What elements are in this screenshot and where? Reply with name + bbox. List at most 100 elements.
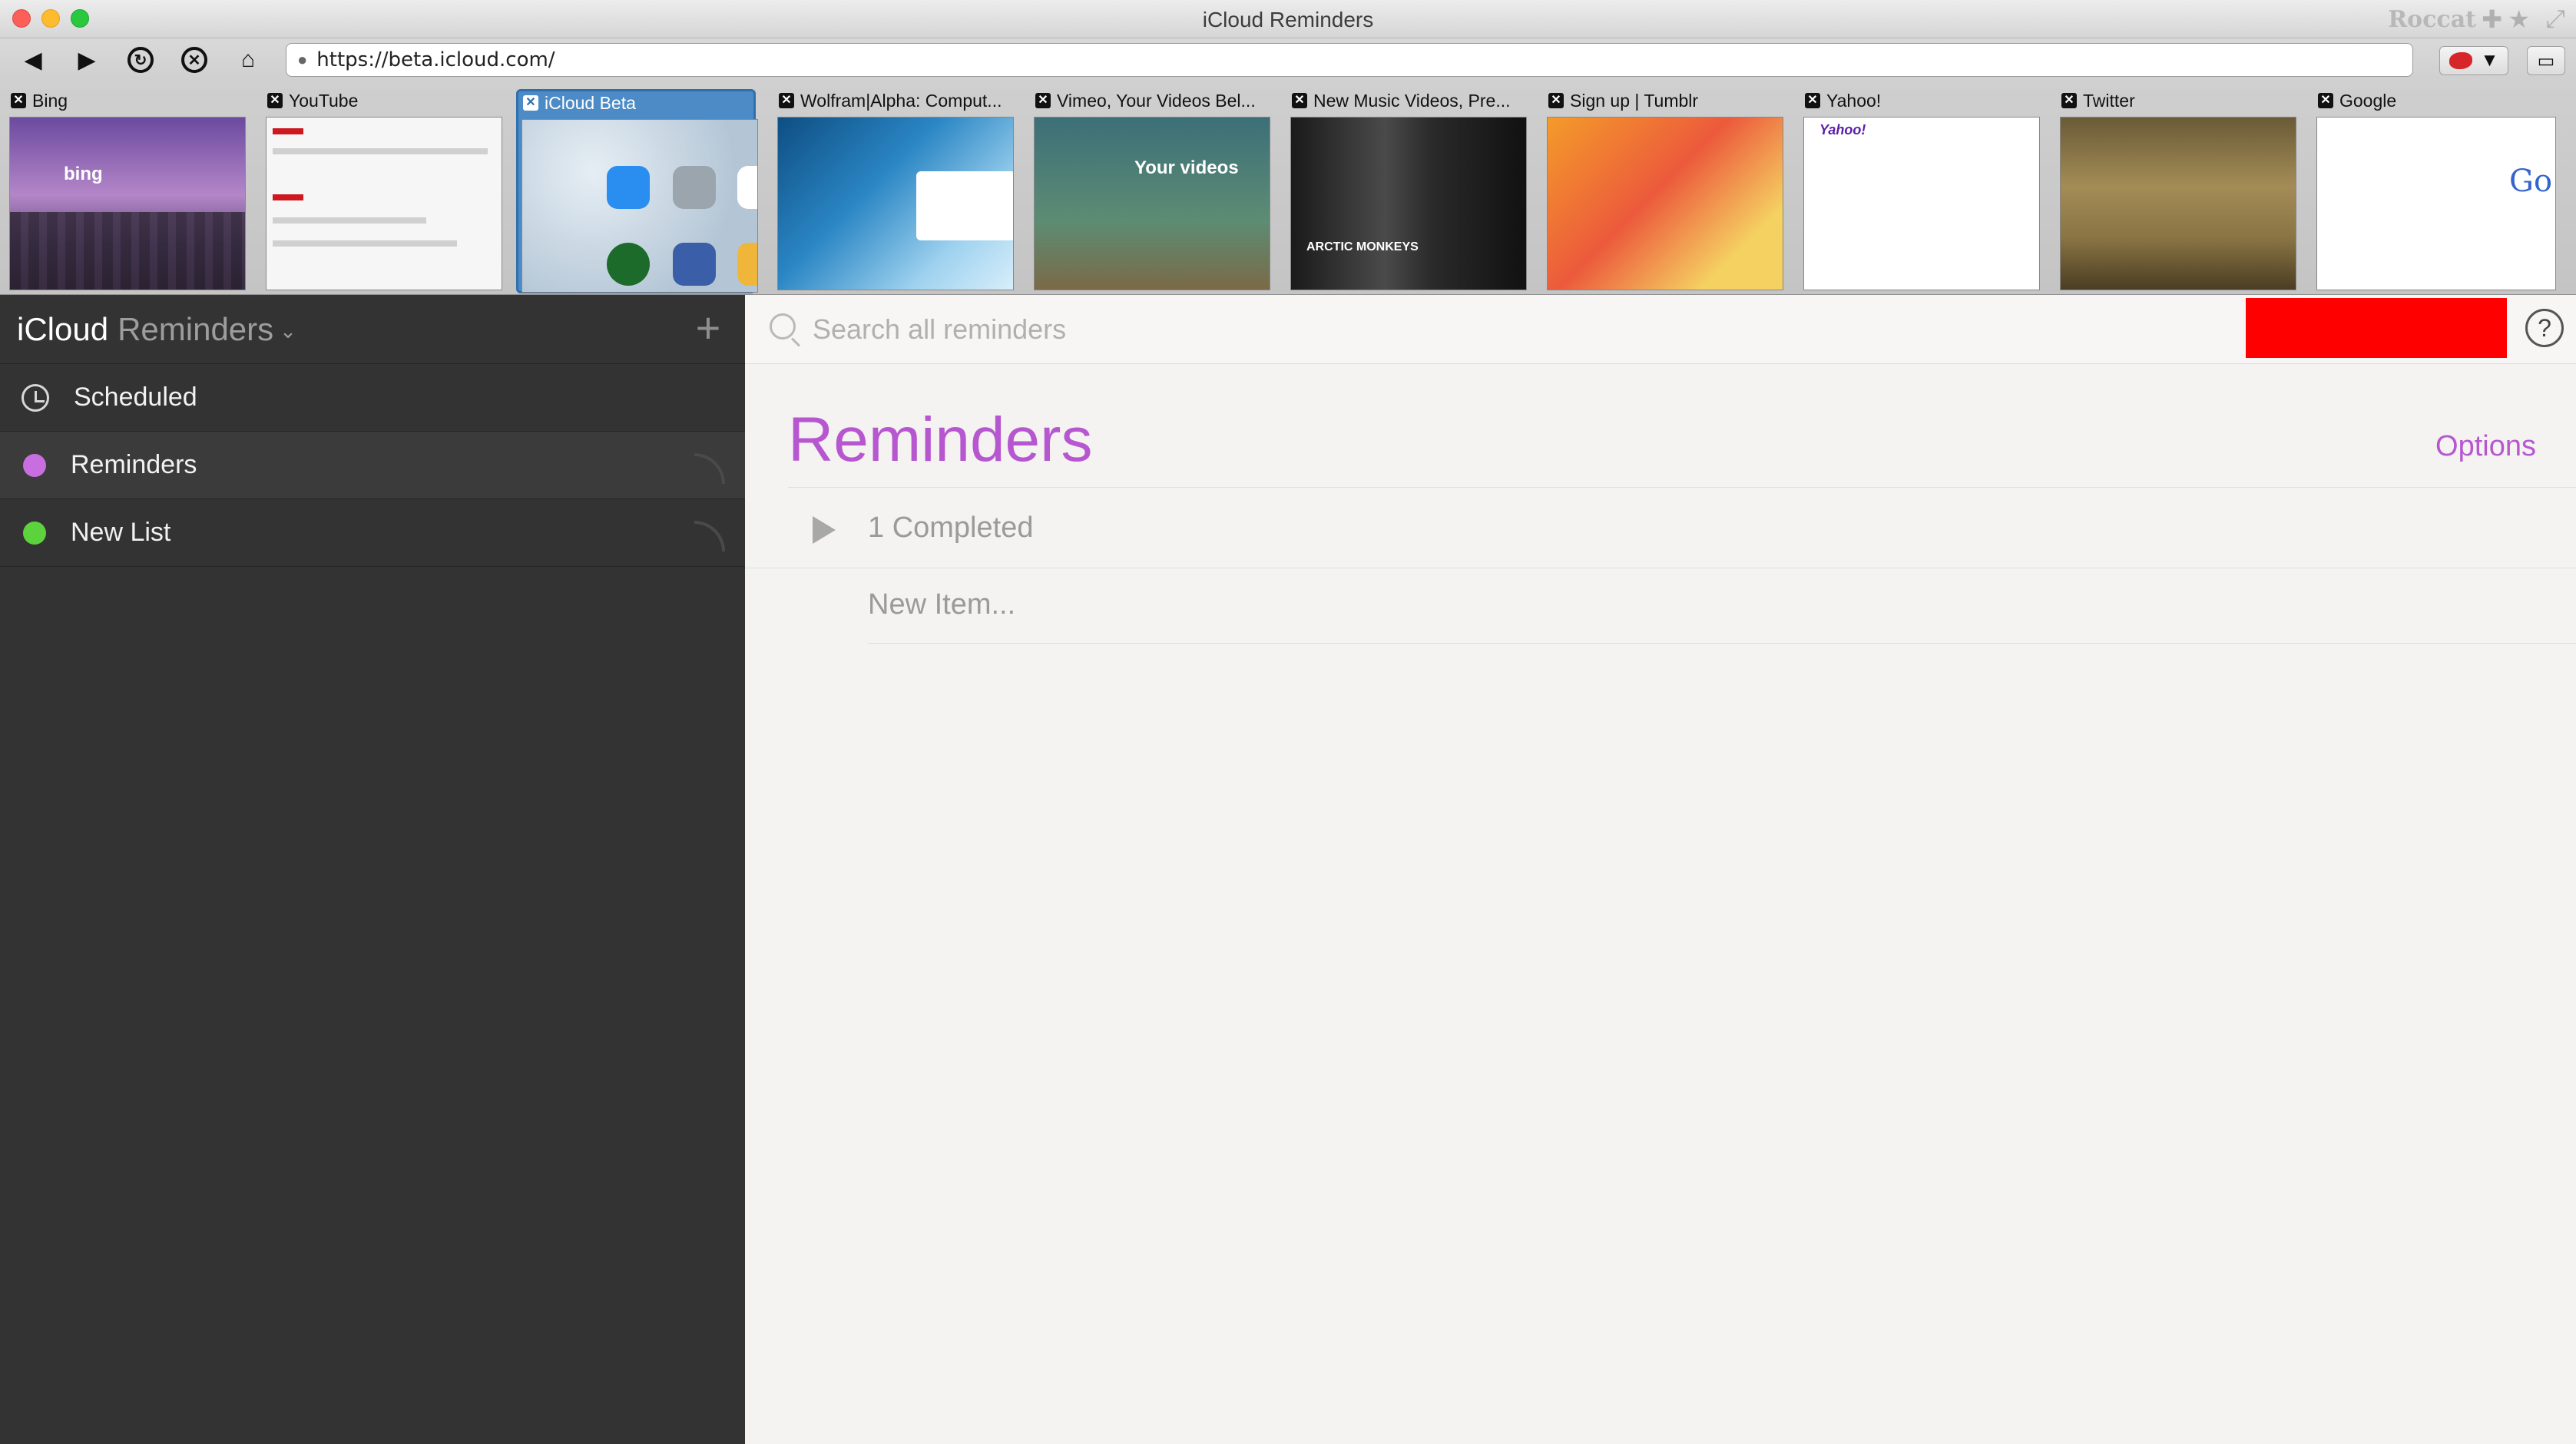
completed-label: 1 Completed xyxy=(868,512,1034,544)
sidebar-item-reminders[interactable]: Reminders xyxy=(0,432,745,499)
star-icon[interactable]: ★ xyxy=(2508,5,2530,34)
stop-icon: ✕ xyxy=(181,47,207,73)
laptop-icon: ▭ xyxy=(2537,50,2555,71)
thumbnail-text: Your videos xyxy=(1134,157,1239,178)
tab-strip: ✕ Bing bing ✕ YouTube ✕ iCloud Beta ✕ Wolfra… xyxy=(0,83,2576,295)
site-icon: ● xyxy=(297,50,308,69)
search-bar: ? xyxy=(745,295,2576,364)
tab-thumbnail xyxy=(266,117,502,290)
address-bar[interactable]: ● https://beta.icloud.com/ xyxy=(286,43,2413,77)
completed-toggle[interactable]: 1 Completed xyxy=(745,489,2576,568)
tab-twitter[interactable]: ✕ Twitter xyxy=(2057,89,2296,293)
disclosure-triangle-icon xyxy=(813,516,836,544)
tab-title: New Music Videos, Pre... xyxy=(1313,90,1511,111)
sidebar-item-scheduled[interactable]: Scheduled xyxy=(0,364,745,432)
tab-close-icon[interactable]: ✕ xyxy=(779,93,794,108)
sidebar-item-new-list[interactable]: New List xyxy=(0,499,745,567)
alarm-clock-icon xyxy=(22,383,49,412)
app-switcher[interactable]: Reminders xyxy=(118,311,273,348)
tab-close-icon[interactable]: ✕ xyxy=(2318,93,2333,108)
tab-close-icon[interactable]: ✕ xyxy=(1292,93,1307,108)
tab-title: YouTube xyxy=(289,90,359,111)
tab-close-icon[interactable]: ✕ xyxy=(11,93,26,108)
sidebar: iCloud Reminders ⌄ + Scheduled Reminders… xyxy=(0,295,745,1444)
brand-name: iCloud xyxy=(17,310,109,347)
share-broadcast-icon[interactable] xyxy=(694,453,725,484)
home-button[interactable]: ⌂ xyxy=(229,42,267,78)
tab-thumbnail: Go xyxy=(2316,117,2556,290)
tab-youtube[interactable]: ✕ YouTube xyxy=(263,89,502,293)
forward-button[interactable]: ▶ xyxy=(68,42,106,78)
tab-close-icon[interactable]: ✕ xyxy=(1548,93,1564,108)
tab-title: Wolfram|Alpha: Comput... xyxy=(800,90,1002,111)
fullscreen-icon[interactable]: ⤢ xyxy=(2545,5,2565,34)
window-titlebar: iCloud Reminders Roccat ✚ ★ ⤢ xyxy=(0,0,2576,38)
tab-wolfram-alpha[interactable]: ✕ Wolfram|Alpha: Comput... xyxy=(774,89,1014,293)
tab-yahoo[interactable]: ✕ Yahoo! Yahoo! xyxy=(1800,89,2040,293)
back-arrow-icon: ◀ xyxy=(24,47,42,73)
sidebar-header: iCloud Reminders ⌄ + xyxy=(0,295,745,364)
thumbnail-logo: Go xyxy=(2509,164,2553,199)
tab-close-icon[interactable]: ✕ xyxy=(1035,93,1051,108)
divider xyxy=(788,487,2576,488)
tab-thumbnail xyxy=(521,119,758,293)
main-pane: ? Reminders Options 1 Completed xyxy=(745,295,2576,1444)
tab-thumbnail xyxy=(1547,117,1783,290)
thumbnail-logo: Yahoo! xyxy=(1819,122,1866,137)
forward-arrow-icon: ▶ xyxy=(78,47,96,73)
stop-button[interactable]: ✕ xyxy=(175,42,214,78)
tab-close-icon[interactable]: ✕ xyxy=(1805,93,1820,108)
help-button[interactable]: ? xyxy=(2525,309,2564,347)
extension-button[interactable]: ▼ xyxy=(2439,46,2508,75)
browser-toolbar: ◀ ▶ ↻ ✕ ⌂ ● https://beta.icloud.com/ ▼ ▭ xyxy=(0,38,2576,83)
sidebar-item-label: Scheduled xyxy=(74,383,197,412)
tab-bing[interactable]: ✕ Bing bing xyxy=(6,89,246,293)
tab-thumbnail: bing xyxy=(9,117,246,290)
thumbnail-logo: bing xyxy=(64,164,103,184)
plus-icon[interactable]: ✚ xyxy=(2482,5,2502,34)
tab-title: Vimeo, Your Videos Bel... xyxy=(1057,90,1256,111)
thumbnail-text: ARCTIC MONKEYS xyxy=(1306,240,1419,253)
share-broadcast-icon[interactable] xyxy=(694,521,725,551)
new-item-input[interactable] xyxy=(868,567,2576,644)
extension-bird-icon xyxy=(2449,52,2472,69)
back-button[interactable]: ◀ xyxy=(14,42,52,78)
tab-title: Yahoo! xyxy=(1826,90,1882,111)
account-menu[interactable] xyxy=(2246,298,2507,358)
tab-title: Google xyxy=(2339,90,2397,111)
add-list-button[interactable]: + xyxy=(688,306,728,349)
tab-tumblr[interactable]: ✕ Sign up | Tumblr xyxy=(1544,89,1783,293)
reload-button[interactable]: ↻ xyxy=(121,42,160,78)
search-input[interactable] xyxy=(813,307,2118,352)
tab-title: Sign up | Tumblr xyxy=(1570,90,1699,111)
tab-close-icon[interactable]: ✕ xyxy=(2061,93,2077,108)
tab-thumbnail: ARCTIC MONKEYS xyxy=(1290,117,1527,290)
tab-overview-button[interactable]: ▭ xyxy=(2527,46,2565,75)
tab-google[interactable]: ✕ Google Go xyxy=(2313,89,2567,293)
dropdown-triangle-icon: ▼ xyxy=(2480,50,2499,71)
tab-thumbnail: Your videos xyxy=(1034,117,1270,290)
tab-thumbnail xyxy=(2060,117,2296,290)
tab-title: iCloud Beta xyxy=(545,92,636,113)
list-color-dot xyxy=(23,453,46,477)
home-icon: ⌂ xyxy=(240,47,256,72)
tab-thumbnail xyxy=(777,117,1014,290)
reload-icon: ↻ xyxy=(127,47,154,73)
options-button[interactable]: Options xyxy=(2435,430,2536,463)
tab-vevo[interactable]: ✕ New Music Videos, Pre... ARCTIC MONKEYS xyxy=(1287,89,1527,293)
page-title: Reminders xyxy=(788,405,1093,475)
search-icon xyxy=(770,313,796,339)
tab-close-icon[interactable]: ✕ xyxy=(523,95,538,111)
window-title: iCloud Reminders xyxy=(1202,8,1374,31)
list-color-dot xyxy=(23,521,46,545)
chevron-down-icon[interactable]: ⌄ xyxy=(280,320,296,343)
tab-title: Bing xyxy=(32,90,68,111)
tab-thumbnail: Yahoo! xyxy=(1803,117,2040,290)
tab-close-icon[interactable]: ✕ xyxy=(267,93,283,108)
sidebar-item-label: Reminders xyxy=(71,450,197,479)
tab-vimeo[interactable]: ✕ Vimeo, Your Videos Bel... Your videos xyxy=(1031,89,1270,293)
sidebar-item-label: New List xyxy=(71,518,171,547)
url-text: https://beta.icloud.com/ xyxy=(316,48,555,71)
tab-icloud-beta[interactable]: ✕ iCloud Beta xyxy=(516,89,758,293)
tab-title: Twitter xyxy=(2083,90,2135,111)
